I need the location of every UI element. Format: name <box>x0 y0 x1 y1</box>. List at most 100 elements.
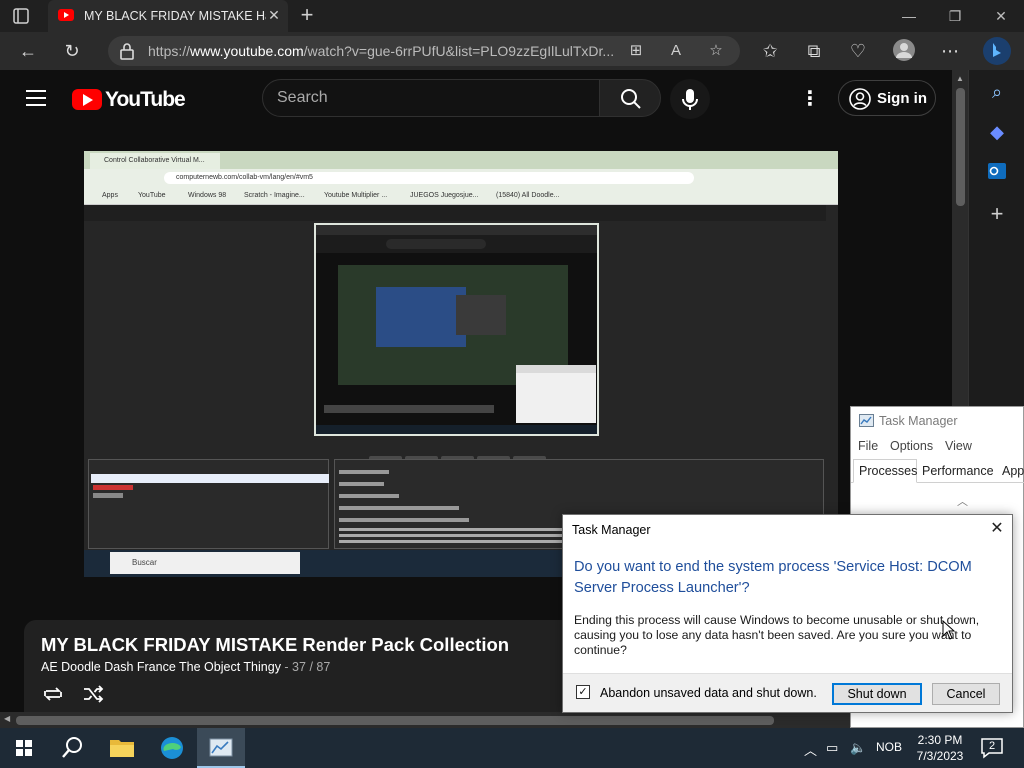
minimize-icon[interactable]: — <box>886 0 932 32</box>
shopping-icon[interactable]: ◆ <box>985 120 1009 144</box>
browser-tab-youtube[interactable]: MY BLACK FRIDAY MISTAKE Has ✕ <box>48 0 288 32</box>
address-bar[interactable]: https://www.youtube.com/watch?v=gue-6rrP… <box>108 36 740 66</box>
playlist-title[interactable]: MY BLACK FRIDAY MISTAKE Render Pack Coll… <box>41 634 509 656</box>
notification-count: 2 <box>989 740 996 752</box>
lock-icon[interactable] <box>118 42 136 60</box>
menu-view[interactable]: View <box>945 439 972 453</box>
url-text[interactable]: https://www.youtube.com/watch?v=gue-6rrP… <box>148 43 616 59</box>
scroll-left-icon[interactable]: ◀ <box>4 714 10 723</box>
youtube-favicon-icon <box>58 9 74 21</box>
vertical-scroll-thumb[interactable] <box>956 88 965 206</box>
collapse-caret-icon[interactable]: ︿ <box>957 493 968 509</box>
network-icon[interactable]: ▭ <box>826 740 838 756</box>
microphone-icon[interactable] <box>670 79 710 119</box>
hamburger-menu-icon[interactable] <box>26 90 46 106</box>
video-inner-addressbar: computernewb.com/collab-vm/lang/en/#vm5 <box>84 169 838 187</box>
shuffle-icon[interactable] <box>81 682 105 706</box>
browser-titlebar: MY BLACK FRIDAY MISTAKE Has ✕ + — ❐ ✕ <box>0 0 1024 32</box>
abandon-data-checkbox[interactable]: ✓ <box>576 685 590 699</box>
scroll-up-icon[interactable]: ▲ <box>956 74 964 83</box>
outlook-icon[interactable] <box>985 160 1009 184</box>
youtube-play-icon <box>72 89 102 110</box>
video-inner-tab: Control Collaborative Virtual M... <box>90 153 220 169</box>
youtube-logo[interactable]: YouTube <box>72 87 186 111</box>
video-nested-screen <box>314 223 599 436</box>
input-language[interactable]: NOB <box>876 740 902 754</box>
restore-icon[interactable]: ❐ <box>932 0 978 32</box>
refresh-icon[interactable]: ↻ <box>58 38 86 64</box>
app-available-icon[interactable]: ⊞ <box>624 39 648 63</box>
show-hidden-icons-icon[interactable]: ︿ <box>804 740 817 759</box>
account-circle-icon <box>849 88 871 110</box>
search-input[interactable]: Search <box>262 79 600 117</box>
cancel-button[interactable]: Cancel <box>932 683 1000 705</box>
tab-processes[interactable]: Processes <box>853 459 917 483</box>
add-sidebar-app-icon[interactable]: + <box>985 202 1009 226</box>
performance-heart-icon[interactable]: ♡ <box>844 38 872 64</box>
taskbar-search-icon[interactable] <box>48 728 96 768</box>
bookmark-item: Apps <box>102 192 118 199</box>
video-inner-userlist <box>88 459 329 549</box>
read-aloud-icon[interactable]: A <box>664 39 688 63</box>
playlist-channel[interactable]: AE Doodle Dash France The Object Thingy <box>41 660 281 674</box>
video-inner-search: Buscar <box>110 552 300 574</box>
dialog-body: Ending this process will cause Windows t… <box>574 613 980 657</box>
playlist-panel: MY BLACK FRIDAY MISTAKE Render Pack Coll… <box>24 620 584 712</box>
mouse-cursor-icon <box>942 619 956 640</box>
windows-taskbar: ︿ ▭ 🔈 NOB 2:30 PM 7/3/2023 2 <box>0 728 1024 768</box>
volume-muted-icon[interactable]: 🔈 <box>850 740 866 756</box>
horizontal-scrollbar[interactable]: ◀ <box>0 712 968 728</box>
clock-date: 7/3/2023 <box>916 749 964 763</box>
dialog-title: Task Manager <box>572 523 651 537</box>
search-icon[interactable]: ⌕ <box>985 80 1009 104</box>
playlist-subtitle: AE Doodle Dash France The Object Thingy … <box>41 660 330 674</box>
bookmark-item: JUEGOS Juegosjue... <box>410 192 479 199</box>
task-manager-title: Task Manager <box>879 414 958 428</box>
playlist-position: - 37 / 87 <box>280 660 331 674</box>
collections-icon[interactable]: ⧉ <box>800 38 828 64</box>
bookmark-item: YouTube <box>138 192 166 199</box>
bookmark-item: (15840) All Doodle... <box>496 192 560 199</box>
edge-browser-icon[interactable] <box>148 728 196 768</box>
tab-app-history[interactable]: App <box>1002 464 1024 484</box>
abandon-data-label[interactable]: Abandon unsaved data and shut down. <box>600 686 817 700</box>
profile-avatar-icon[interactable] <box>890 38 918 64</box>
menu-options[interactable]: Options <box>890 439 933 453</box>
settings-more-icon[interactable]: ⋯ <box>936 38 964 64</box>
bookmark-item: Scratch - Imagine... <box>244 192 305 199</box>
more-options-icon[interactable]: ⋮ <box>800 86 820 112</box>
task-manager-tabs: Processes Performance App <box>851 459 1024 483</box>
tab-actions-icon[interactable] <box>10 7 32 25</box>
tab-performance[interactable]: Performance <box>922 464 994 484</box>
browser-toolbar: ← ↻ https://www.youtube.com/watch?v=gue-… <box>0 32 1024 70</box>
menu-file[interactable]: File <box>858 439 878 453</box>
tab-close-icon[interactable]: ✕ <box>266 7 282 23</box>
loop-playlist-icon[interactable] <box>41 682 65 706</box>
notification-center-icon[interactable]: 2 <box>980 737 1004 759</box>
file-explorer-icon[interactable] <box>98 728 146 768</box>
window-close-icon[interactable]: ✕ <box>978 0 1024 32</box>
task-manager-taskbar-icon[interactable] <box>197 728 245 768</box>
end-process-dialog: Task Manager ✕ Do you want to end the sy… <box>562 514 1013 713</box>
dialog-close-icon[interactable]: ✕ <box>989 521 1005 537</box>
favorites-icon[interactable]: ✩ <box>756 38 784 64</box>
new-tab-button[interactable]: + <box>295 4 319 28</box>
sign-in-label: Sign in <box>877 90 927 107</box>
youtube-wordmark: YouTube <box>105 88 186 111</box>
bookmark-item: Windows 98 <box>188 192 227 199</box>
back-arrow-icon[interactable]: ← <box>14 38 42 64</box>
video-inner-content <box>84 205 838 550</box>
start-windows-icon[interactable] <box>0 728 48 768</box>
sign-in-button[interactable]: Sign in <box>838 80 936 116</box>
bing-copilot-icon[interactable] <box>982 36 1012 66</box>
favorite-star-icon[interactable]: ☆ <box>704 39 728 63</box>
clock-time: 2:30 PM <box>917 733 963 747</box>
horizontal-scroll-thumb[interactable] <box>16 716 774 725</box>
bookmark-item: Youtube Multiplier ... <box>324 192 388 199</box>
dialog-footer: ✓ Abandon unsaved data and shut down. Sh… <box>563 673 1012 712</box>
search-button[interactable] <box>599 79 661 117</box>
clock[interactable]: 2:30 PM 7/3/2023 <box>912 732 968 764</box>
shut-down-button[interactable]: Shut down <box>832 683 922 705</box>
video-inner-url: computernewb.com/collab-vm/lang/en/#vm5 <box>164 172 694 184</box>
task-manager-icon <box>859 414 874 428</box>
